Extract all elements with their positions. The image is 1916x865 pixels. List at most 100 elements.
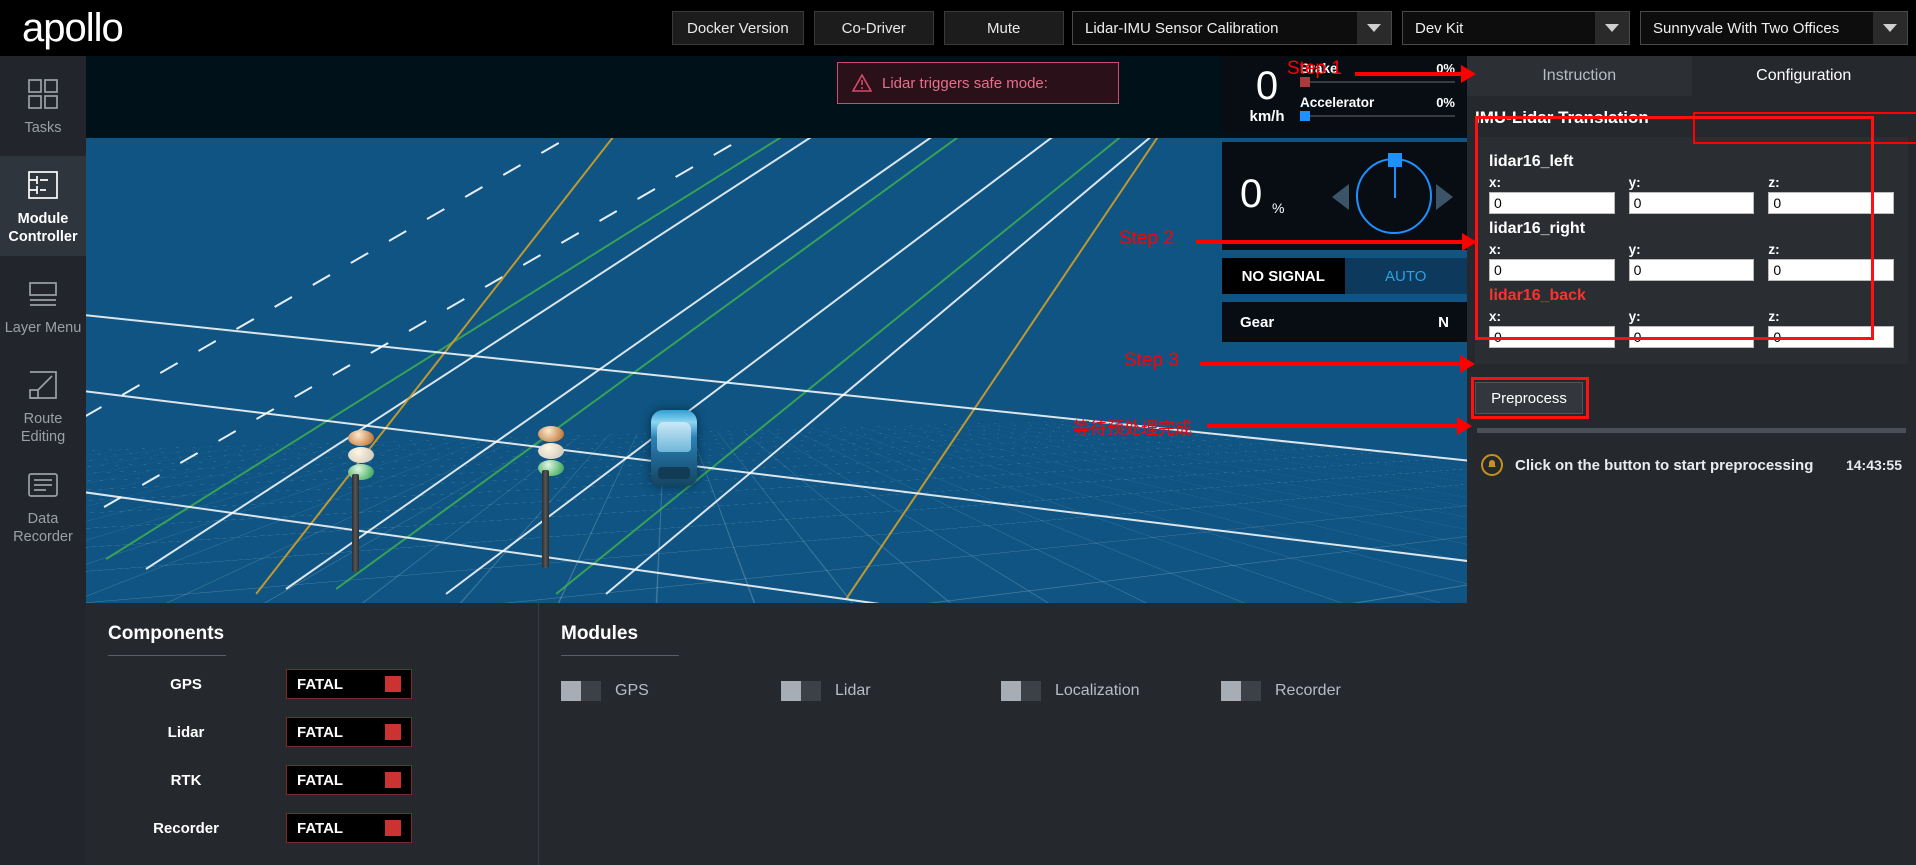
component-name: RTK [170, 771, 202, 789]
xyz-row-lidar16-right: x: y: z: [1489, 242, 1895, 281]
turn-left-icon [1332, 184, 1349, 210]
bell-icon [1481, 454, 1503, 476]
component-name: Recorder [153, 819, 219, 837]
auto-mode-label[interactable]: AUTO [1344, 258, 1467, 294]
annotation-arrow-1 [1355, 65, 1476, 83]
preprocess-button[interactable]: Preprocess [1475, 382, 1583, 414]
sidebar-item-module-controller[interactable]: Module Controller [0, 156, 86, 256]
bottom-panels: Components GPS FATAL Lidar FATAL RTK FAT… [86, 603, 1467, 865]
speed-card: 0 km/h Brake 0% Accelerator 0% [1222, 56, 1467, 134]
sidebar-item-route-editing[interactable]: Route Editing [0, 356, 86, 456]
chevron-down-icon[interactable] [1357, 12, 1391, 44]
annotation-arrow-3 [1200, 355, 1475, 373]
apollo-logo: apollo [22, 6, 124, 50]
tab-configuration[interactable]: Configuration [1691, 56, 1916, 96]
turn-right-icon [1436, 184, 1453, 210]
status-badge: FATAL [286, 669, 412, 699]
modules-grid: GPS Lidar Localization Recorder [539, 656, 1467, 710]
steering-wheel-icon [1356, 153, 1432, 234]
top-header: apollo Docker Version Co-Driver Mute Lid… [0, 0, 1916, 56]
table-row: Recorder FATAL [86, 808, 538, 848]
right-panel-tabs: Instruction Configuration [1467, 56, 1916, 96]
co-driver-button[interactable]: Co-Driver [813, 11, 934, 45]
header-select-group: Lidar-IMU Sensor Calibration Dev Kit Sun… [1072, 11, 1908, 45]
x-label: x: [1489, 242, 1502, 257]
toggle-recorder[interactable] [1221, 681, 1261, 701]
status-text: FATAL [297, 675, 344, 693]
module-item-lidar[interactable]: Lidar [781, 672, 1001, 710]
toggle-localization[interactable] [1001, 681, 1041, 701]
lidar16-left-x-input[interactable] [1489, 192, 1615, 214]
lidar16-back-y-input[interactable] [1628, 326, 1755, 348]
task-select[interactable]: Lidar-IMU Sensor Calibration [1072, 11, 1392, 45]
right-panel: Instruction Configuration IMU-Lidar Tran… [1467, 56, 1916, 865]
tab-instruction[interactable]: Instruction [1467, 56, 1692, 96]
toggle-lidar[interactable] [781, 681, 821, 701]
docker-version-button[interactable]: Docker Version [672, 11, 804, 45]
z-label: z: [1768, 175, 1780, 190]
accelerator-bar [1300, 111, 1455, 121]
y-label: y: [1628, 309, 1641, 324]
lidar16-right-z-input[interactable] [1768, 259, 1895, 281]
steering-unit: % [1272, 200, 1285, 216]
lidar16-left-z-input[interactable] [1768, 192, 1895, 214]
chevron-down-icon[interactable] [1595, 12, 1629, 44]
section-title: IMU-Lidar Translation [1475, 108, 1649, 127]
table-row: GPS FATAL [86, 664, 538, 704]
table-row: Lidar FATAL [86, 712, 538, 752]
annotation-step-1: Step 1 [1287, 58, 1342, 79]
vehicle-select[interactable]: Dev Kit [1402, 11, 1630, 45]
sidebar-item-label: Layer Menu [4, 319, 82, 336]
status-dot-icon [385, 724, 401, 740]
status-text: FATAL [297, 723, 344, 741]
preprocess-progress-bar [1477, 428, 1906, 433]
map-select-value: Sunnyvale With Two Offices [1653, 19, 1840, 37]
status-dot-icon [385, 820, 401, 836]
module-icon [26, 166, 60, 204]
status-text: FATAL [297, 819, 344, 837]
module-item-localization[interactable]: Localization [1001, 672, 1221, 710]
lidar16-right-x-input[interactable] [1489, 259, 1615, 281]
modules-title: Modules [561, 623, 639, 644]
lidar16-back-x-input[interactable] [1489, 326, 1615, 348]
gear-value: N [1438, 313, 1449, 331]
status-message-time: 14:43:55 [1845, 457, 1902, 473]
signal-row: NO SIGNAL AUTO [1222, 258, 1467, 294]
lidar16-right-y-input[interactable] [1628, 259, 1755, 281]
safe-mode-warning: Lidar triggers safe mode: [837, 62, 1119, 104]
safe-mode-warning-text: Lidar triggers safe mode: [882, 74, 1048, 92]
steering-value: 0 [1240, 172, 1263, 216]
accelerator-value: 0% [1436, 95, 1455, 110]
x-label: x: [1489, 175, 1502, 190]
sidebar-item-tasks[interactable]: Tasks [0, 56, 86, 156]
y-label: y: [1628, 175, 1641, 190]
toggle-gps[interactable] [561, 681, 601, 701]
component-name: Lidar [167, 723, 205, 741]
status-dot-icon [385, 772, 401, 788]
mute-button[interactable]: Mute [943, 11, 1064, 45]
grid-icon [26, 75, 60, 113]
table-row: RTK FATAL [86, 760, 538, 800]
no-signal-label: NO SIGNAL [1222, 258, 1345, 294]
map-select[interactable]: Sunnyvale With Two Offices [1640, 11, 1908, 45]
module-item-recorder[interactable]: Recorder [1221, 672, 1441, 710]
lidar16-left-y-input[interactable] [1628, 192, 1755, 214]
modules-panel: Modules GPS Lidar Localization Recorder [538, 603, 1467, 865]
x-label: x: [1489, 309, 1502, 324]
sidebar-item-layer-menu[interactable]: Layer Menu [0, 256, 86, 356]
speed-unit: km/h [1249, 107, 1285, 125]
chevron-down-icon[interactable] [1873, 12, 1907, 44]
recorder-icon [26, 466, 60, 504]
preprocess-area: Preprocess [1471, 377, 1908, 419]
imu-lidar-translation-form: lidar16_left x: y: z: lidar16_right x: y… [1475, 137, 1908, 364]
route-icon [26, 366, 60, 404]
sidebar-item-label: Module Controller [8, 211, 78, 245]
sidebar-item-data-recorder[interactable]: Data Recorder [0, 456, 86, 556]
status-badge: FATAL [286, 717, 412, 747]
layers-icon [26, 275, 60, 313]
annotation-wait-preprocess: 等待预处理完成 [1073, 419, 1192, 438]
module-item-gps[interactable]: GPS [561, 672, 781, 710]
left-sidebar: Tasks Module Controller Layer Menu Route… [0, 56, 86, 865]
lidar16-back-z-input[interactable] [1768, 326, 1895, 348]
status-message-row: Click on the button to start preprocessi… [1467, 447, 1916, 483]
